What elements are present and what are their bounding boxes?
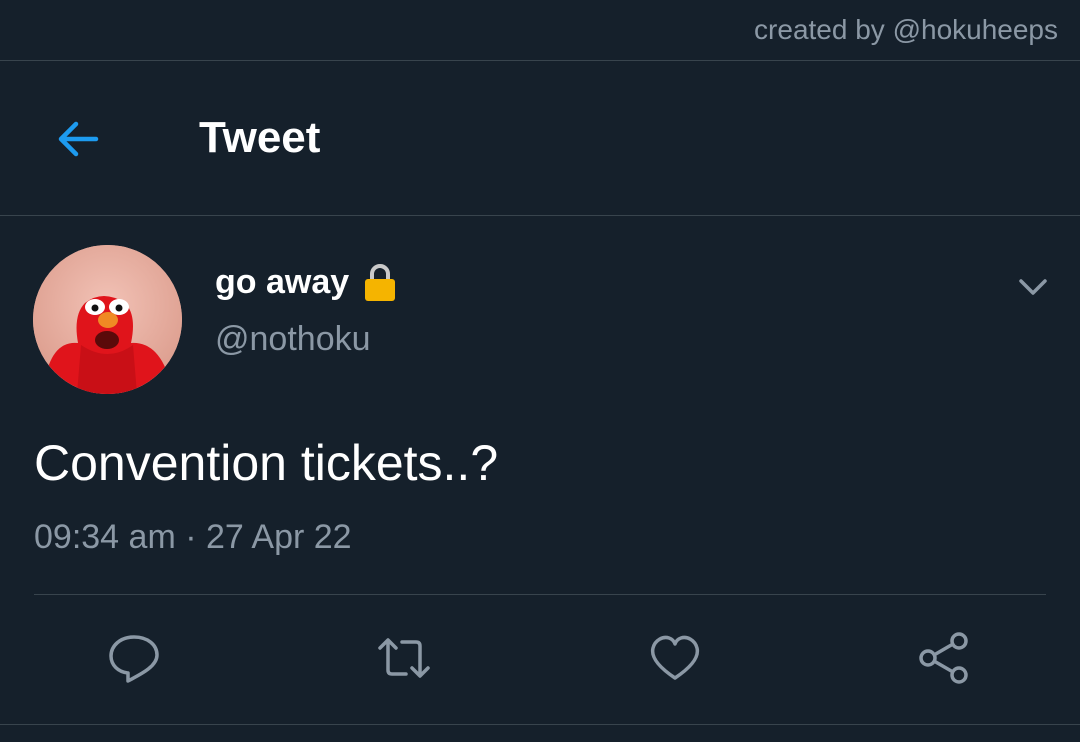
avatar[interactable] <box>33 245 182 394</box>
like-button[interactable] <box>645 628 705 688</box>
reply-icon <box>109 635 159 683</box>
tweet-date: 27 Apr 22 <box>206 518 352 556</box>
actions-divider <box>34 594 1046 595</box>
bottom-divider <box>0 724 1080 725</box>
timestamp-separator: · <box>185 518 197 556</box>
lock-icon <box>363 262 397 302</box>
top-divider <box>0 60 1080 61</box>
arrow-left-icon <box>58 121 99 157</box>
display-name[interactable]: go away <box>215 263 349 302</box>
tweet-menu-button[interactable] <box>1016 270 1050 304</box>
tweet-timestamp: 09:34 am · 27 Apr 22 <box>34 518 352 557</box>
tweet-time: 09:34 am <box>34 518 176 556</box>
user-handle[interactable]: @nothoku <box>215 320 371 359</box>
retweet-icon <box>378 638 430 678</box>
heart-icon <box>650 635 700 680</box>
back-button[interactable] <box>48 110 106 168</box>
chevron-down-icon <box>1019 279 1047 295</box>
reply-button[interactable] <box>104 628 164 688</box>
page-title: Tweet <box>199 113 321 162</box>
elmo-avatar-image <box>33 245 182 394</box>
author-name-row[interactable]: go away <box>215 262 397 302</box>
share-button[interactable] <box>914 628 974 688</box>
retweet-button[interactable] <box>374 628 434 688</box>
tweet-text: Convention tickets..? <box>34 435 499 491</box>
watermark-credit: created by @hokuheeps <box>754 14 1058 45</box>
header-divider <box>0 215 1080 216</box>
share-icon <box>919 632 968 684</box>
